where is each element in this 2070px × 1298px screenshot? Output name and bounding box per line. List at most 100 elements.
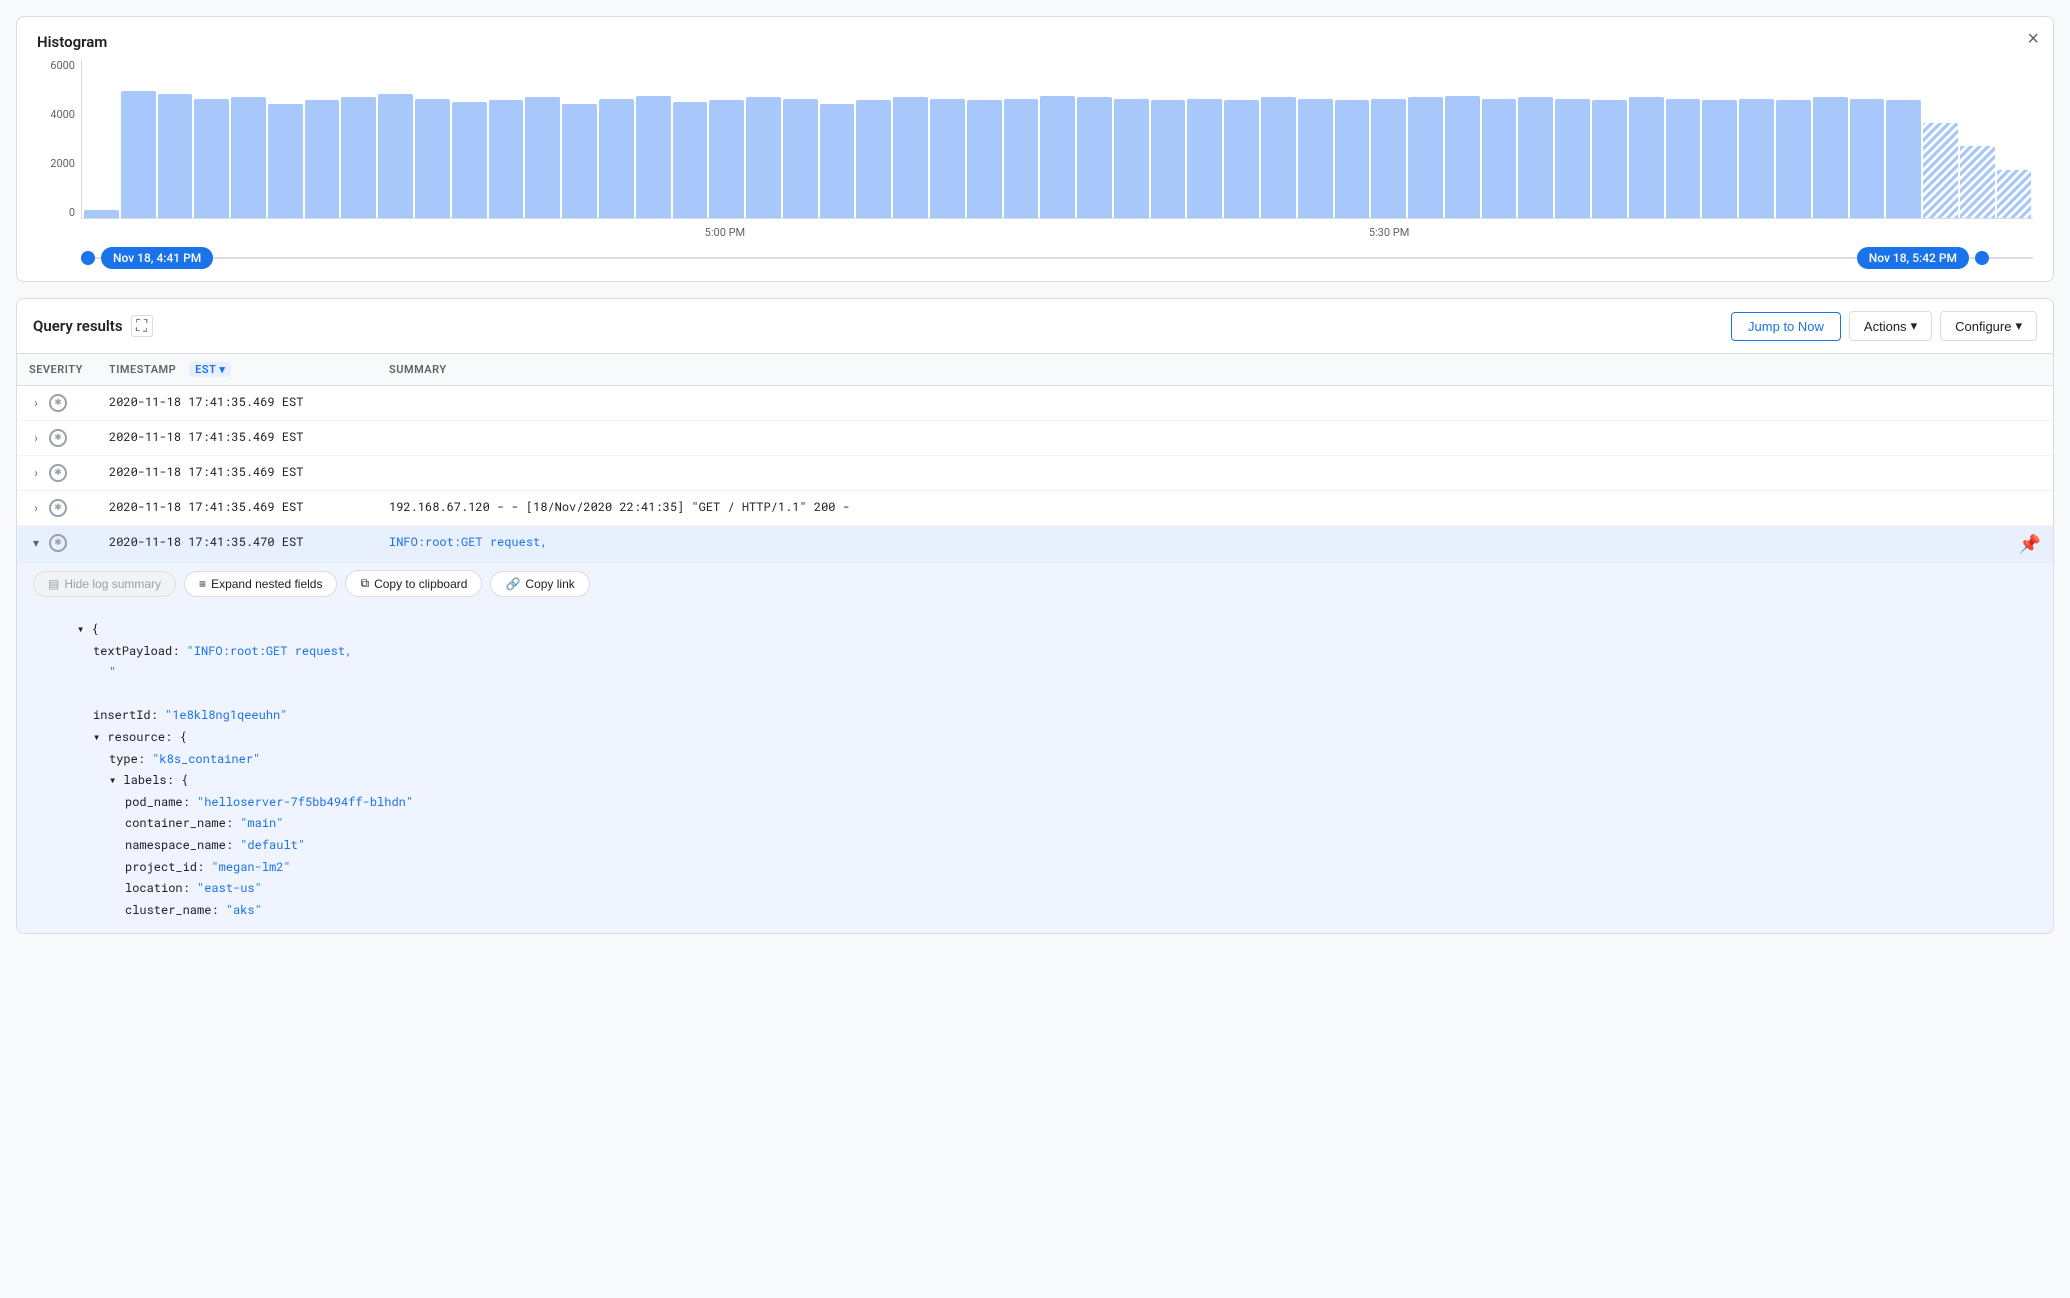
- detail-toolbar: ▤ Hide log summary ≡ Expand nested field…: [17, 564, 2053, 607]
- bar-37[interactable]: [1445, 96, 1480, 218]
- bar-22[interactable]: [893, 97, 928, 218]
- bar-27[interactable]: [1077, 97, 1112, 218]
- bar-17[interactable]: [709, 100, 744, 218]
- row-expand-chevron-1[interactable]: ›: [29, 431, 43, 445]
- bar-24[interactable]: [967, 100, 1002, 218]
- severity-icon-4: ✱: [49, 534, 67, 552]
- expand-results-icon[interactable]: ⛶: [131, 315, 153, 337]
- bar-26[interactable]: [1040, 96, 1075, 218]
- resource-key: ▾ resource: {: [93, 729, 187, 745]
- bar-49[interactable]: [1886, 100, 1921, 218]
- location-key: location:: [125, 880, 190, 896]
- bar-18[interactable]: [746, 97, 781, 218]
- bar-25[interactable]: [1004, 99, 1039, 218]
- x-label-530: 5:30 PM: [1369, 226, 1409, 239]
- pod-name-key: pod_name:: [125, 794, 190, 810]
- table-row[interactable]: › ✱ 2020-11-18 17:41:35.469 EST: [17, 456, 2053, 491]
- pin-icon-4[interactable]: 📌: [2019, 534, 2041, 555]
- bar-51[interactable]: [1960, 146, 1995, 218]
- insert-id-val: "1e8kl8ng1qeeuhn": [165, 707, 287, 723]
- bar-4[interactable]: [231, 97, 266, 218]
- bar-46[interactable]: [1776, 100, 1811, 218]
- severity-cell-1: › ✱: [17, 421, 97, 456]
- jump-to-now-button[interactable]: Jump to Now: [1731, 312, 1841, 341]
- bar-15[interactable]: [636, 96, 671, 218]
- row-expand-chevron-3[interactable]: ›: [29, 501, 43, 515]
- row-expand-chevron-0[interactable]: ›: [29, 396, 43, 410]
- configure-button[interactable]: Configure ▾: [1940, 311, 2037, 341]
- bar-13[interactable]: [562, 104, 597, 218]
- bar-43[interactable]: [1666, 99, 1701, 218]
- bar-40[interactable]: [1555, 99, 1590, 218]
- summary-cell-3: 192.168.67.120 - - [18/Nov/2020 22:41:35…: [377, 491, 2053, 526]
- bar-6[interactable]: [305, 100, 340, 218]
- table-row[interactable]: › ✱ 2020-11-18 17:41:35.469 EST: [17, 386, 2053, 421]
- type-key: type:: [109, 751, 145, 767]
- bar-45[interactable]: [1739, 99, 1774, 218]
- summary-cell-1: [377, 421, 2053, 456]
- bar-35[interactable]: [1371, 99, 1406, 218]
- expand-nested-button[interactable]: ≡ Expand nested fields: [184, 571, 337, 597]
- bar-44[interactable]: [1702, 100, 1737, 218]
- summary-cell-0: [377, 386, 2053, 421]
- bar-16[interactable]: [673, 102, 708, 218]
- timestamp-value-4: 2020-11-18 17:41:35.470 EST: [109, 534, 303, 550]
- bar-1[interactable]: [121, 91, 156, 218]
- bar-28[interactable]: [1114, 99, 1149, 218]
- bar-30[interactable]: [1187, 99, 1222, 218]
- col-summary: SUMMARY: [377, 354, 2053, 386]
- table-row[interactable]: › ✱ 2020-11-18 17:41:35.469 EST 192.168.…: [17, 491, 2053, 526]
- bar-3[interactable]: [194, 99, 229, 218]
- bar-34[interactable]: [1335, 100, 1370, 218]
- severity-cell-0: › ✱: [17, 386, 97, 421]
- bar-50[interactable]: [1923, 123, 1958, 218]
- bar-19[interactable]: [783, 99, 818, 218]
- range-end-dot[interactable]: [1975, 251, 1989, 265]
- bar-29[interactable]: [1151, 100, 1186, 218]
- close-button[interactable]: ×: [2027, 29, 2039, 49]
- bar-41[interactable]: [1592, 100, 1627, 218]
- table-row[interactable]: ▾ ✱ 2020-11-18 17:41:35.470 EST INFO:roo…: [17, 526, 2053, 564]
- timezone-badge[interactable]: EST ▾: [189, 362, 231, 377]
- bar-36[interactable]: [1408, 97, 1443, 218]
- copy-link-button[interactable]: 🔗 Copy link: [490, 571, 589, 597]
- bar-11[interactable]: [489, 100, 524, 218]
- bar-42[interactable]: [1629, 97, 1664, 218]
- bar-32[interactable]: [1261, 97, 1296, 218]
- bar-2[interactable]: [158, 94, 193, 218]
- summary-value-4: INFO:root:GET request,: [389, 534, 547, 550]
- bar-7[interactable]: [341, 97, 376, 218]
- header-actions: Jump to Now Actions ▾ Configure ▾: [1731, 311, 2037, 341]
- bar-33[interactable]: [1298, 99, 1333, 218]
- bar-0[interactable]: [84, 210, 119, 218]
- actions-button[interactable]: Actions ▾: [1849, 311, 1932, 341]
- log-table: SEVERITY TIMESTAMP EST ▾ SUMMARY › ✱: [17, 354, 2053, 933]
- bar-52[interactable]: [1997, 170, 2032, 218]
- copy-clipboard-button[interactable]: ⧉ Copy to clipboard: [345, 570, 482, 597]
- bar-31[interactable]: [1224, 100, 1259, 218]
- bar-12[interactable]: [525, 97, 560, 218]
- row-expand-chevron-2[interactable]: ›: [29, 466, 43, 480]
- bar-47[interactable]: [1813, 97, 1848, 218]
- bar-39[interactable]: [1518, 97, 1553, 218]
- bar-9[interactable]: [415, 99, 450, 218]
- range-start-dot[interactable]: [81, 251, 95, 265]
- log-table-body: › ✱ 2020-11-18 17:41:35.469 EST › ✱ 2020…: [17, 386, 2053, 934]
- timestamp-value-3: 2020-11-18 17:41:35.469 EST: [109, 499, 303, 515]
- range-end-label[interactable]: Nov 18, 5:42 PM: [1857, 247, 1969, 269]
- bar-10[interactable]: [452, 102, 487, 218]
- bar-38[interactable]: [1482, 99, 1517, 218]
- bar-23[interactable]: [930, 99, 965, 218]
- severity-icon-3: ✱: [49, 499, 67, 517]
- row-expand-chevron-4[interactable]: ▾: [29, 536, 43, 550]
- table-row[interactable]: › ✱ 2020-11-18 17:41:35.469 EST: [17, 421, 2053, 456]
- col-severity: SEVERITY: [17, 354, 97, 386]
- bar-48[interactable]: [1850, 99, 1885, 218]
- bar-21[interactable]: [856, 100, 891, 218]
- range-start-label[interactable]: Nov 18, 4:41 PM: [101, 247, 213, 269]
- bar-8[interactable]: [378, 94, 413, 218]
- bar-14[interactable]: [599, 99, 634, 218]
- severity-cell-2: › ✱: [17, 456, 97, 491]
- bar-5[interactable]: [268, 104, 303, 218]
- bar-20[interactable]: [820, 104, 855, 218]
